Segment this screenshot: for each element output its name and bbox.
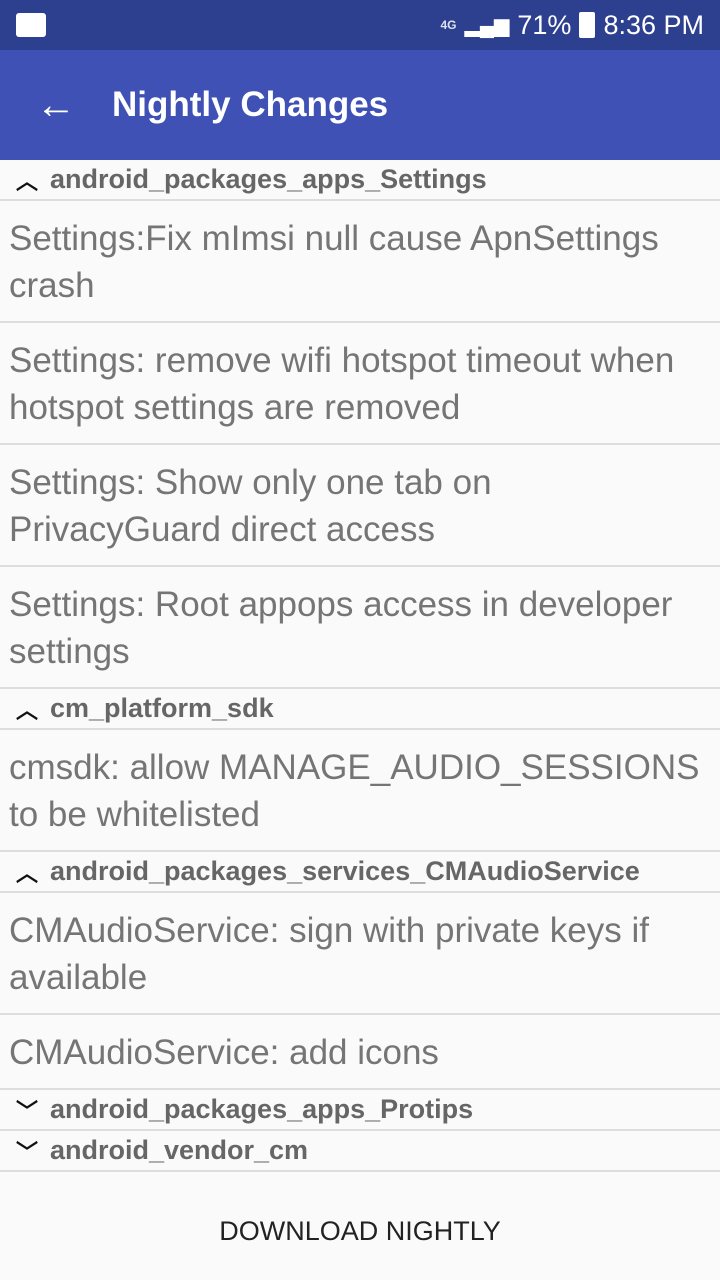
chevron-up-icon: ︿ [16,860,39,886]
list-item[interactable]: Settings: remove wifi hotspot timeout wh… [0,323,720,445]
group-header[interactable]: ︿ android_packages_apps_Settings [0,160,720,201]
network-type-icon: 4G [440,17,457,32]
bottom-bar: DOWNLOAD NIGHTLY [0,1183,720,1280]
clock: 8:36 PM [603,9,704,40]
group-name: android_packages_apps_Protips [50,1094,474,1124]
chevron-up-icon: ︿ [16,697,39,723]
chevron-down-icon: ﹀ [16,1098,39,1124]
back-arrow-icon[interactable]: ← [0,83,112,128]
signal-icon: ▂▄▆ [464,14,510,37]
group-name: android_packages_apps_Settings [50,164,487,194]
chevron-down-icon: ﹀ [16,1139,39,1165]
list-item[interactable]: CMAudioService: sign with private keys i… [0,893,720,1015]
battery-percent: 71% [517,9,572,40]
download-nightly-button[interactable]: DOWNLOAD NIGHTLY [199,1206,521,1257]
group-name: cm_platform_sdk [50,693,274,723]
group-header[interactable]: ﹀ android_vendor_cm [0,1131,720,1172]
group-name: android_packages_services_CMAudioService [50,856,640,886]
group-header[interactable]: ﹀ android_packages_apps_Protips [0,1090,720,1131]
list-item[interactable]: Settings: Root appops access in develope… [0,567,720,689]
status-bar: 4G ▂▄▆ 71% 8:36 PM [0,0,720,50]
chevron-up-icon: ︿ [16,168,39,194]
group-name: android_vendor_cm [50,1135,309,1165]
battery-icon [579,12,596,38]
group-header[interactable]: ︿ android_packages_services_CMAudioServic… [0,852,720,893]
app-bar: ← Nightly Changes [0,50,720,160]
group-header[interactable]: ︿ cm_platform_sdk [0,689,720,730]
image-notification-icon [16,13,46,37]
list-item[interactable]: Settings:Fix mImsi null cause ApnSetting… [0,201,720,323]
list-item[interactable]: cmsdk: allow MANAGE_AUDIO_SESSIONS to be… [0,730,720,852]
changes-list[interactable]: ︿ android_packages_apps_Settings Settings:… [0,160,720,1183]
list-item[interactable]: Settings: Show only one tab on PrivacyGu… [0,445,720,567]
page-title: Nightly Changes [112,85,389,124]
list-item[interactable]: CMAudioService: add icons [0,1015,720,1090]
